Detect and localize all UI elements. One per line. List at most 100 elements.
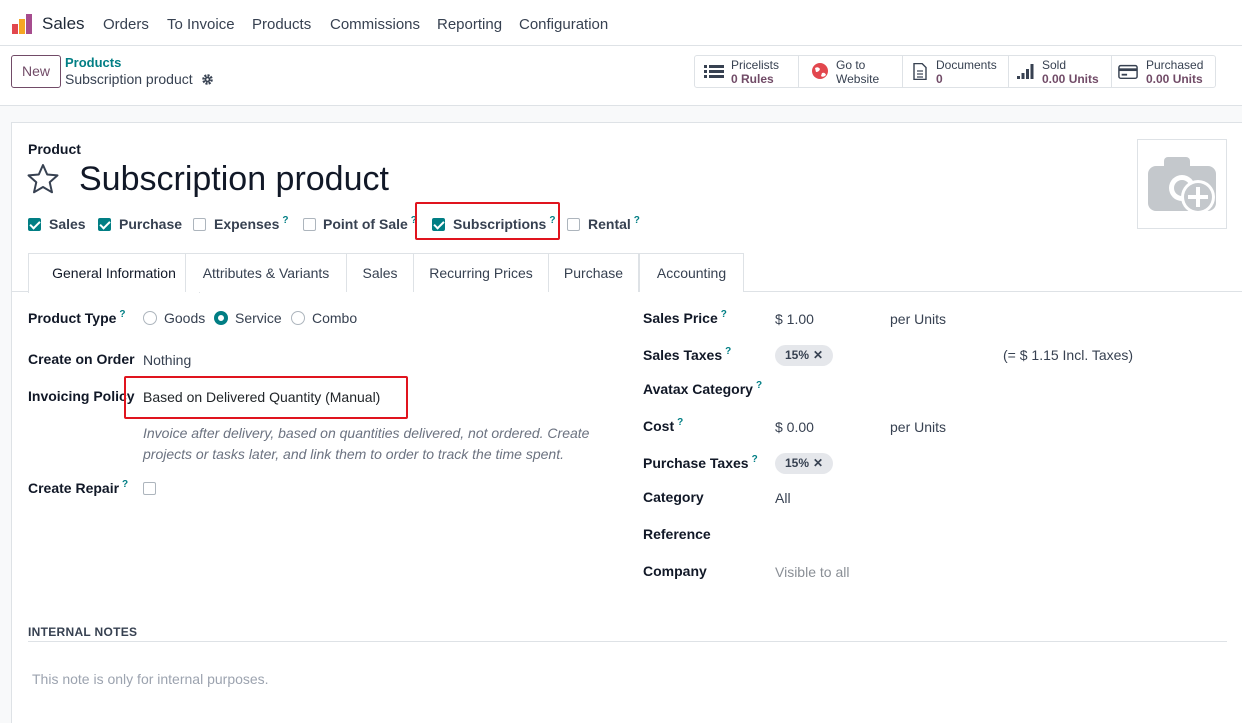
smart-button-title: Purchased	[1146, 58, 1204, 72]
expenses-label-text: Expenses	[214, 216, 280, 232]
purchase-tax-tag-label: 15%	[785, 456, 810, 470]
control-panel: New Products Subscription product Pricel…	[0, 46, 1242, 106]
product-image[interactable]	[1137, 139, 1227, 229]
globe-icon	[812, 63, 828, 79]
tab-general-information[interactable]: General Information	[28, 253, 200, 293]
new-button[interactable]: New	[11, 55, 61, 88]
app-name[interactable]: Sales	[42, 14, 85, 34]
sales-price-label: Sales Price?	[643, 309, 727, 326]
radio-combo[interactable]	[291, 311, 305, 325]
tab-attributes-variants[interactable]: Attributes & Variants	[185, 253, 347, 292]
tab-recurring-prices[interactable]: Recurring Prices	[413, 253, 549, 292]
category-select[interactable]: All	[775, 490, 791, 506]
radio-combo-label: Combo	[312, 310, 358, 326]
purchase-checkbox-label: Purchase	[119, 216, 183, 232]
point-of-sale-checkbox-label: Point of Sale?	[323, 215, 417, 232]
signal-bars-icon	[1017, 64, 1034, 79]
help-icon[interactable]: ?	[721, 309, 727, 320]
highlight-invoicing-policy	[124, 376, 408, 419]
create-repair-checkbox[interactable]	[143, 482, 156, 495]
point-of-sale-checkbox[interactable]	[303, 218, 316, 231]
menu-orders[interactable]: Orders	[103, 16, 149, 33]
cost-label: Cost?	[643, 417, 683, 434]
menu-to-invoice[interactable]: To Invoice	[167, 16, 235, 33]
smart-button-value: 0.00 Units	[1146, 72, 1203, 86]
create-repair-label: Create Repair?	[28, 479, 128, 496]
smart-button-value: 0	[936, 72, 943, 86]
radio-service-label: Service	[235, 310, 282, 326]
tab-accounting[interactable]: Accounting	[639, 253, 744, 292]
gear-icon[interactable]	[201, 73, 214, 86]
help-icon[interactable]: ?	[677, 417, 683, 428]
sales-app-icon[interactable]	[11, 13, 33, 35]
internal-notes-header: INTERNAL NOTES	[28, 625, 138, 639]
product-type-label-text: Product Type	[28, 310, 117, 326]
invoicing-policy-label: Invoicing Policy	[28, 388, 135, 404]
avatax-category-label: Avatax Category?	[643, 380, 762, 397]
reference-label: Reference	[643, 526, 711, 542]
expenses-checkbox-label: Expenses?	[214, 215, 288, 232]
list-icon	[704, 65, 724, 78]
help-icon[interactable]: ?	[725, 346, 731, 357]
document-icon	[913, 63, 927, 80]
smart-button-title: Documents	[936, 58, 997, 72]
sales-taxes-label: Sales Taxes?	[643, 346, 731, 363]
help-icon[interactable]: ?	[282, 215, 288, 226]
avatax-label-text: Avatax Category	[643, 381, 753, 397]
create-repair-label-text: Create Repair	[28, 480, 120, 496]
pricelists-smart-button[interactable]: Pricelists 0 Rules	[695, 56, 799, 87]
help-icon[interactable]: ?	[122, 479, 128, 490]
breadcrumb-products[interactable]: Products	[65, 55, 121, 70]
product-type-label: Product Type?	[28, 309, 126, 326]
smart-button-value: 0.00 Units	[1042, 72, 1099, 86]
documents-smart-button[interactable]: Documents 0	[903, 56, 1009, 87]
sales-checkbox[interactable]	[28, 218, 41, 231]
highlight-subscriptions	[415, 202, 560, 240]
add-photo-icon	[1148, 157, 1216, 214]
menu-reporting[interactable]: Reporting	[437, 16, 502, 33]
menu-configuration[interactable]: Configuration	[519, 16, 608, 33]
help-icon[interactable]: ?	[634, 215, 640, 226]
help-icon[interactable]: ?	[752, 454, 758, 465]
radio-service[interactable]	[214, 311, 228, 325]
cost-input[interactable]: $ 0.00	[775, 419, 814, 435]
internal-notes-editor[interactable]: This note is only for internal purposes.	[32, 671, 269, 687]
star-icon[interactable]	[27, 163, 59, 195]
radio-goods[interactable]	[143, 311, 157, 325]
tab-sales[interactable]: Sales	[346, 253, 414, 292]
sold-smart-button[interactable]: Sold 0.00 Units	[1009, 56, 1112, 87]
product-title[interactable]: Subscription product	[79, 160, 389, 199]
tab-purchase[interactable]: Purchase	[548, 253, 639, 292]
go-to-website-smart-button[interactable]: Go to Website	[799, 56, 903, 87]
create-on-order-select[interactable]: Nothing	[143, 352, 191, 368]
purchase-tax-tag[interactable]: 15% ✕	[775, 453, 834, 474]
sales-tax-tag-label: 15%	[785, 348, 810, 362]
breadcrumb-current: Subscription product	[65, 71, 193, 87]
menu-products[interactable]: Products	[252, 16, 311, 33]
expenses-checkbox[interactable]	[193, 218, 206, 231]
credit-card-icon	[1118, 64, 1138, 80]
purchase-checkbox[interactable]	[98, 218, 111, 231]
smart-button-title: Go to	[836, 58, 866, 72]
form-tabs: General Information Attributes & Variant…	[12, 253, 1242, 293]
cost-label-text: Cost	[643, 418, 675, 434]
smart-button-title: Sold	[1042, 58, 1067, 72]
company-label: Company	[643, 563, 707, 579]
remove-tag-icon[interactable]: ✕	[813, 348, 823, 362]
smart-buttons: Pricelists 0 Rules Go to Website Documen…	[694, 55, 1216, 88]
purchased-smart-button[interactable]: Purchased 0.00 Units	[1112, 56, 1215, 87]
rental-checkbox[interactable]	[567, 218, 580, 231]
purchase-taxes-label: Purchase Taxes?	[643, 454, 758, 471]
help-icon[interactable]: ?	[119, 309, 125, 320]
sales-price-input[interactable]: $ 1.00	[775, 311, 814, 327]
company-select[interactable]: Visible to all	[775, 564, 849, 580]
divider	[28, 641, 1227, 642]
sales-tax-tag[interactable]: 15% ✕	[775, 345, 834, 366]
invoicing-policy-hint: Invoice after delivery, based on quantit…	[143, 425, 590, 462]
help-icon[interactable]: ?	[756, 380, 762, 391]
menu-commissions[interactable]: Commissions	[330, 16, 420, 33]
sales-taxes-label-text: Sales Taxes	[643, 347, 723, 363]
category-label: Category	[643, 489, 704, 505]
remove-tag-icon[interactable]: ✕	[813, 456, 823, 470]
point-of-sale-label-text: Point of Sale	[323, 216, 408, 232]
